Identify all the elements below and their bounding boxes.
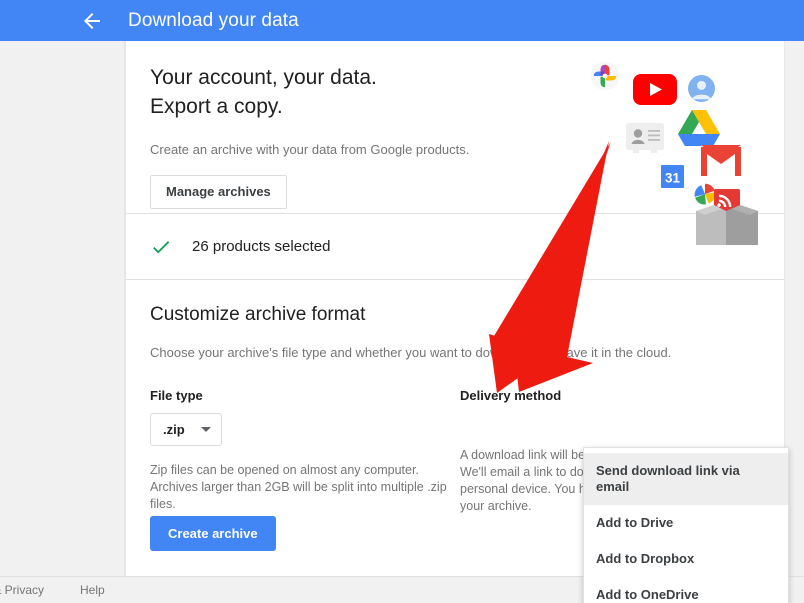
hero-title-line2: Export a copy. xyxy=(150,95,283,118)
file-type-label: File type xyxy=(150,388,460,403)
hero-title-line1: Your account, your data. xyxy=(150,66,377,89)
profile-avatar-icon xyxy=(688,75,715,107)
page-body: Your account, your data. Export a copy. … xyxy=(0,41,804,603)
customize-title: Customize archive format xyxy=(150,304,760,326)
google-contacts-icon xyxy=(625,122,665,159)
green-check-icon xyxy=(150,236,172,258)
file-type-value: .zip xyxy=(163,422,185,437)
content-card: Your account, your data. Export a copy. … xyxy=(125,41,785,576)
delivery-method-dropdown[interactable]: Send download link via email Add to Driv… xyxy=(583,447,789,603)
create-archive-button[interactable]: Create archive xyxy=(150,516,276,551)
file-type-help: Zip files can be opened on almost any co… xyxy=(150,462,450,513)
google-photos-icon xyxy=(590,61,620,96)
terms-and-privacy-link[interactable]: s & Privacy xyxy=(0,583,44,597)
chevron-down-icon xyxy=(201,427,211,432)
download-your-data-page: Download your data Your account, your da… xyxy=(0,0,804,603)
file-type-select[interactable]: .zip xyxy=(150,413,222,446)
youtube-icon xyxy=(633,74,677,110)
hero-section: Your account, your data. Export a copy. … xyxy=(126,41,784,213)
file-type-column: File type .zip Zip files can be opened o… xyxy=(150,388,460,515)
help-link[interactable]: Help xyxy=(80,583,105,597)
svg-text:31: 31 xyxy=(665,170,680,185)
delivery-method-label: Delivery method xyxy=(460,388,760,403)
back-arrow-icon[interactable] xyxy=(80,9,104,33)
customize-description: Choose your archive's file type and whet… xyxy=(150,344,760,362)
left-gutter xyxy=(0,41,125,576)
app-bar: Download your data xyxy=(0,0,804,41)
google-calendar-icon: 31 xyxy=(660,164,685,194)
product-icon-cluster: 31 xyxy=(582,61,772,226)
dropdown-option-add-to-onedrive[interactable]: Add to OneDrive xyxy=(584,577,788,603)
page-title: Download your data xyxy=(128,10,299,32)
dropdown-option-add-to-dropbox[interactable]: Add to Dropbox xyxy=(584,541,788,577)
manage-archives-button[interactable]: Manage archives xyxy=(150,175,287,209)
gmail-icon xyxy=(701,145,741,181)
products-selected-label: 26 products selected xyxy=(192,238,330,255)
dropdown-option-send-download-link-via-email[interactable]: Send download link via email xyxy=(584,453,788,505)
products-selected-row[interactable]: 26 products selected xyxy=(126,214,784,279)
dropdown-option-add-to-drive[interactable]: Add to Drive xyxy=(584,505,788,541)
